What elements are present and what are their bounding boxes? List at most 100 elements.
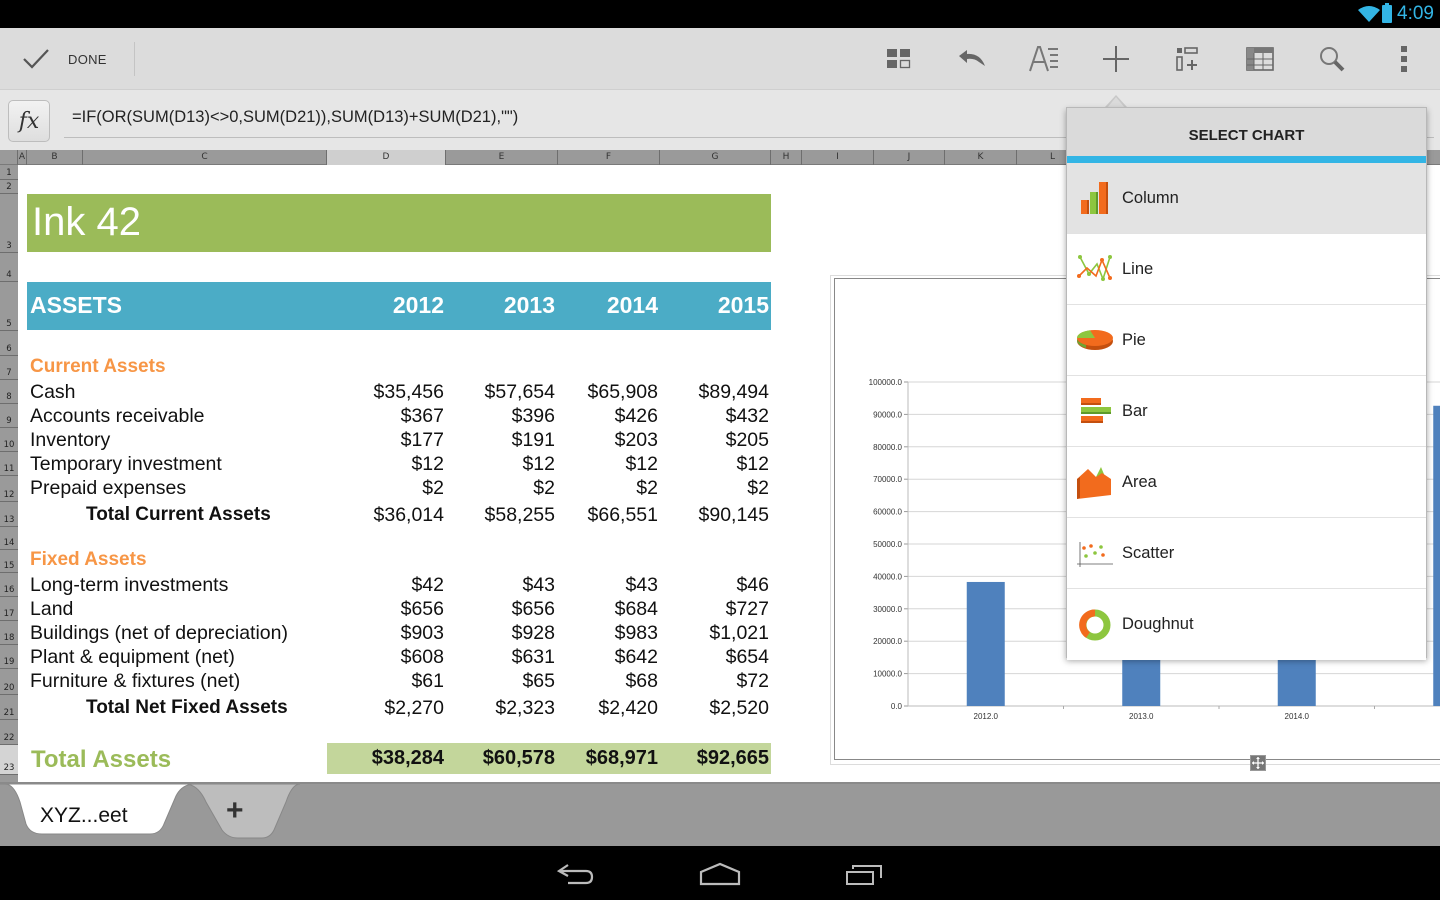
cell-value[interactable]: $2 xyxy=(330,476,444,500)
select-all-corner[interactable] xyxy=(0,150,18,165)
row-header-6[interactable]: 6 xyxy=(0,331,18,356)
cell-value[interactable]: $656 xyxy=(446,597,555,621)
cell-value[interactable]: $205 xyxy=(660,428,769,452)
row-label-temporary-investment[interactable]: Temporary investment xyxy=(30,452,222,476)
total-current-assets-value[interactable]: $36,014 xyxy=(330,503,445,527)
total-assets-value[interactable]: $68,971 xyxy=(558,745,658,771)
total-net-fixed-assets-value[interactable]: $2,520 xyxy=(660,696,769,720)
row-header-21[interactable]: 21 xyxy=(0,695,18,720)
undo-button[interactable] xyxy=(952,39,992,79)
column-header-a[interactable]: A xyxy=(18,150,27,165)
row-header-5[interactable]: 5 xyxy=(0,282,18,331)
row-header-4[interactable]: 4 xyxy=(0,253,18,282)
cell-value[interactable]: $12 xyxy=(660,452,769,476)
chart-option-column[interactable]: Column xyxy=(1067,163,1426,234)
total-current-assets-value[interactable]: $66,551 xyxy=(558,503,659,527)
cell-value[interactable]: $12 xyxy=(446,452,555,476)
row-header-19[interactable]: 19 xyxy=(0,645,18,669)
row-label-long-term-investments[interactable]: Long-term investments xyxy=(30,573,228,597)
column-header-i[interactable]: I xyxy=(802,150,874,165)
column-header-g[interactable]: G xyxy=(660,150,771,165)
column-header-h[interactable]: H xyxy=(771,150,802,165)
total-net-fixed-assets-value[interactable]: $2,323 xyxy=(446,696,555,720)
row-label-buildings[interactable]: Buildings (net of depreciation) xyxy=(30,621,288,645)
cell-value[interactable]: $903 xyxy=(330,621,444,645)
cell-value[interactable]: $43 xyxy=(558,573,658,597)
row-header-14[interactable]: 14 xyxy=(0,527,18,550)
cell-value[interactable]: $2 xyxy=(660,476,769,500)
cell-value[interactable]: $426 xyxy=(558,404,658,428)
cell-value[interactable]: $42 xyxy=(330,573,444,597)
chart-option-doughnut[interactable]: Doughnut xyxy=(1067,589,1426,660)
total-assets-value[interactable]: $60,578 xyxy=(446,745,555,771)
row-label-prepaid-expenses[interactable]: Prepaid expenses xyxy=(30,476,186,500)
cell-value[interactable]: $46 xyxy=(660,573,769,597)
row-label-plant-equipment[interactable]: Plant & equipment (net) xyxy=(30,645,235,669)
column-header-j[interactable]: J xyxy=(874,150,945,165)
cell-value[interactable]: $727 xyxy=(660,597,769,621)
cell-value[interactable]: $68 xyxy=(558,669,658,693)
total-net-fixed-assets-label[interactable]: Total Net Fixed Assets xyxy=(86,696,288,720)
cell-value[interactable]: $89,494 xyxy=(660,380,770,404)
cell-value[interactable]: $65 xyxy=(446,669,555,693)
row-header-20[interactable]: 20 xyxy=(0,669,18,695)
chart-move-handle[interactable] xyxy=(1250,755,1266,771)
row-header-11[interactable]: 11 xyxy=(0,452,18,476)
cell-value[interactable]: $35,456 xyxy=(330,380,445,404)
row-label-accounts-receivable[interactable]: Accounts receivable xyxy=(30,404,205,428)
table-button[interactable] xyxy=(1240,39,1280,79)
total-net-fixed-assets-value[interactable]: $2,270 xyxy=(330,696,444,720)
cell-value[interactable]: $12 xyxy=(558,452,658,476)
insert-button[interactable] xyxy=(1096,39,1136,79)
row-header-22[interactable]: 22 xyxy=(0,720,18,745)
row-label-land[interactable]: Land xyxy=(30,597,73,621)
chart-option-area[interactable]: Area xyxy=(1067,447,1426,518)
column-header-b[interactable]: B xyxy=(27,150,83,165)
total-assets-value[interactable]: $38,284 xyxy=(330,745,444,771)
row-label-inventory[interactable]: Inventory xyxy=(30,428,110,452)
total-current-assets-label[interactable]: Total Current Assets xyxy=(86,503,271,527)
cell-value[interactable]: $72 xyxy=(660,669,769,693)
layout-button[interactable] xyxy=(879,39,919,79)
cell-value[interactable]: $631 xyxy=(446,645,555,669)
cell-value[interactable]: $656 xyxy=(330,597,444,621)
cell-value[interactable]: $367 xyxy=(330,404,444,428)
cell-value[interactable]: $61 xyxy=(330,669,444,693)
chart-option-pie[interactable]: Pie xyxy=(1067,305,1426,376)
column-header-d[interactable]: D xyxy=(327,150,446,165)
cell-value[interactable]: $1,021 xyxy=(660,621,769,645)
chart-option-bar[interactable]: Bar xyxy=(1067,376,1426,447)
column-header-k[interactable]: K xyxy=(945,150,1017,165)
recent-apps-button[interactable] xyxy=(835,856,895,892)
row-header-9[interactable]: 9 xyxy=(0,404,18,428)
row-header-16[interactable]: 16 xyxy=(0,573,18,597)
cell-value[interactable]: $57,654 xyxy=(446,380,556,404)
column-header-c[interactable]: C xyxy=(83,150,327,165)
cell-value[interactable]: $983 xyxy=(558,621,658,645)
home-button[interactable] xyxy=(690,856,750,892)
row-header-1[interactable]: 1 xyxy=(0,165,18,180)
cell-value[interactable]: $177 xyxy=(330,428,444,452)
column-header-e[interactable]: E xyxy=(446,150,558,165)
cell-value[interactable]: $203 xyxy=(558,428,658,452)
row-header-7[interactable]: 7 xyxy=(0,356,18,380)
back-button[interactable] xyxy=(546,856,606,892)
row-header-10[interactable]: 10 xyxy=(0,428,18,452)
cell-value[interactable]: $654 xyxy=(660,645,769,669)
row-header-8[interactable]: 8 xyxy=(0,380,18,404)
search-button[interactable] xyxy=(1312,39,1352,79)
row-header-13[interactable]: 13 xyxy=(0,502,18,527)
cell-value[interactable]: $684 xyxy=(558,597,658,621)
row-header-23[interactable]: 23 xyxy=(0,745,18,775)
row-label-cash[interactable]: Cash xyxy=(30,380,76,404)
cell-value[interactable]: $191 xyxy=(446,428,555,452)
cell-value[interactable]: $65,908 xyxy=(558,380,659,404)
cell-value[interactable]: $642 xyxy=(558,645,658,669)
row-header-3[interactable]: 3 xyxy=(0,194,18,253)
overflow-menu-button[interactable] xyxy=(1384,39,1424,79)
row-header-15[interactable]: 15 xyxy=(0,550,18,573)
cell-value[interactable]: $396 xyxy=(446,404,555,428)
chart-option-line[interactable]: Line xyxy=(1067,234,1426,305)
row-header-18[interactable]: 18 xyxy=(0,621,18,645)
total-assets-label[interactable]: Total Assets xyxy=(31,745,171,775)
